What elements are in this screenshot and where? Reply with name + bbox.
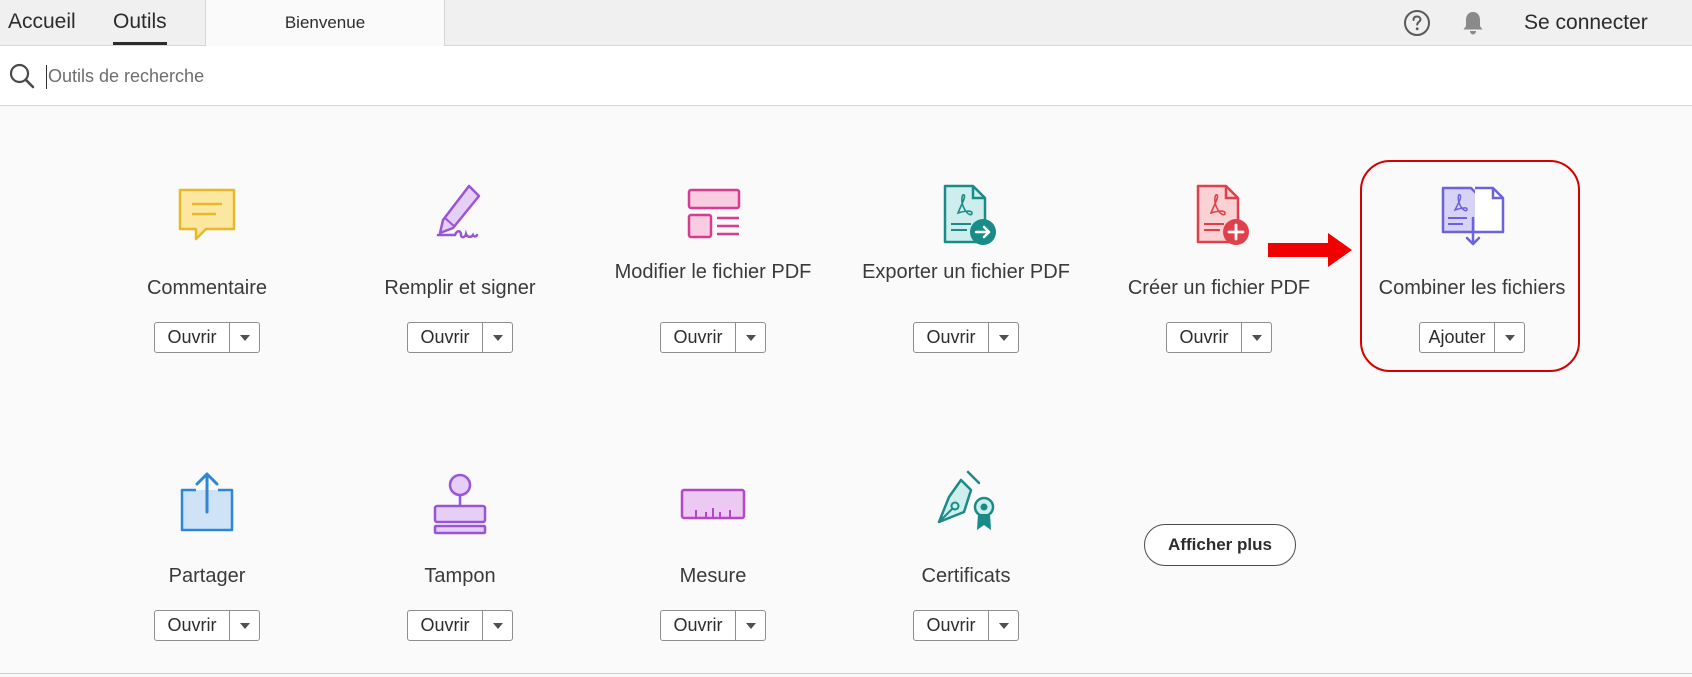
tool-name: Exporter un fichier PDF	[862, 261, 1070, 283]
bottom-divider	[0, 673, 1692, 674]
tool-certificates: Certificats Ouvrir	[836, 468, 1096, 668]
dropdown-arrow-button[interactable]	[230, 611, 259, 640]
edit-pdf-icon[interactable]	[678, 180, 748, 250]
tool-export-pdf: Exporter un fichier PDF Ouvrir	[836, 180, 1096, 380]
open-split-button: Ouvrir	[660, 322, 766, 353]
tools-search-bar	[0, 46, 1692, 106]
sign-in-link[interactable]: Se connecter	[1524, 0, 1648, 46]
chevron-down-icon	[745, 622, 756, 629]
create-pdf-icon[interactable]	[1184, 180, 1254, 250]
dropdown-arrow-button[interactable]	[230, 323, 259, 352]
certificate-pen-icon[interactable]	[931, 468, 1001, 538]
open-button[interactable]: Ouvrir	[661, 323, 736, 352]
chevron-down-icon	[492, 334, 503, 341]
open-button[interactable]: Ouvrir	[408, 323, 483, 352]
open-button[interactable]: Ouvrir	[914, 323, 989, 352]
document-tab-welcome[interactable]: Bienvenue	[205, 0, 445, 46]
share-upload-icon[interactable]	[172, 468, 242, 538]
chevron-down-icon	[998, 334, 1009, 341]
tool-name: Créer un fichier PDF	[1127, 277, 1311, 299]
notification-bell-icon[interactable]	[1459, 9, 1487, 37]
top-navigation-bar: Accueil Outils Bienvenue Se connecter	[0, 0, 1692, 46]
open-split-button: Ouvrir	[660, 610, 766, 641]
open-button[interactable]: Ouvrir	[1167, 323, 1242, 352]
tool-measure: Mesure Ouvrir	[583, 468, 843, 668]
open-split-button: Ouvrir	[407, 322, 513, 353]
tool-share: Partager Ouvrir	[77, 468, 337, 668]
tool-name: Certificats	[921, 565, 1011, 587]
tab-home[interactable]: Accueil	[8, 0, 76, 45]
tool-edit-pdf: Modifier le fichier PDF Ouvrir	[583, 180, 843, 380]
tool-name: Mesure	[679, 565, 747, 587]
tool-name: Remplir et signer	[384, 277, 536, 299]
dropdown-arrow-button[interactable]	[989, 611, 1018, 640]
open-button[interactable]: Ouvrir	[661, 611, 736, 640]
open-split-button: Ouvrir	[154, 322, 260, 353]
open-button[interactable]: Ouvrir	[914, 611, 989, 640]
stamp-icon[interactable]	[425, 468, 495, 538]
question-circle-icon[interactable]	[1403, 9, 1431, 37]
tool-name: Modifier le fichier PDF	[614, 261, 812, 283]
open-split-button: Ouvrir	[407, 610, 513, 641]
ruler-measure-icon[interactable]	[678, 468, 748, 538]
export-pdf-icon[interactable]	[931, 180, 1001, 250]
chevron-down-icon	[745, 334, 756, 341]
open-button[interactable]: Ouvrir	[155, 323, 230, 352]
fill-sign-pen-icon[interactable]	[425, 180, 495, 250]
search-icon	[9, 63, 35, 89]
chevron-down-icon	[239, 334, 250, 341]
dropdown-arrow-button[interactable]	[736, 611, 765, 640]
tool-stamp: Tampon Ouvrir	[330, 468, 590, 668]
tool-name: Commentaire	[146, 277, 268, 299]
chevron-down-icon	[1251, 334, 1262, 341]
tool-comment: Commentaire Ouvrir	[77, 180, 337, 380]
open-button[interactable]: Ouvrir	[155, 611, 230, 640]
show-more-button[interactable]: Afficher plus	[1144, 524, 1296, 566]
search-tools-input[interactable]	[46, 60, 848, 92]
dropdown-arrow-button[interactable]	[483, 323, 512, 352]
open-split-button: Ouvrir	[1166, 322, 1272, 353]
tool-name: Partager	[168, 565, 246, 587]
tab-tools[interactable]: Outils	[113, 0, 167, 45]
red-arrow-annotation	[1268, 233, 1352, 267]
open-split-button: Ouvrir	[913, 610, 1019, 641]
chevron-down-icon	[998, 622, 1009, 629]
open-button[interactable]: Ouvrir	[408, 611, 483, 640]
dropdown-arrow-button[interactable]	[1242, 323, 1271, 352]
comment-icon[interactable]	[172, 180, 242, 250]
open-split-button: Ouvrir	[913, 322, 1019, 353]
chevron-down-icon	[239, 622, 250, 629]
red-highlight-annotation	[1360, 160, 1580, 372]
dropdown-arrow-button[interactable]	[989, 323, 1018, 352]
tool-name: Tampon	[424, 565, 496, 587]
dropdown-arrow-button[interactable]	[736, 323, 765, 352]
text-cursor	[46, 65, 47, 89]
tool-create-pdf: Créer un fichier PDF Ouvrir	[1089, 180, 1349, 380]
open-split-button: Ouvrir	[154, 610, 260, 641]
tool-fill-sign: Remplir et signer Ouvrir	[330, 180, 590, 380]
dropdown-arrow-button[interactable]	[483, 611, 512, 640]
chevron-down-icon	[492, 622, 503, 629]
